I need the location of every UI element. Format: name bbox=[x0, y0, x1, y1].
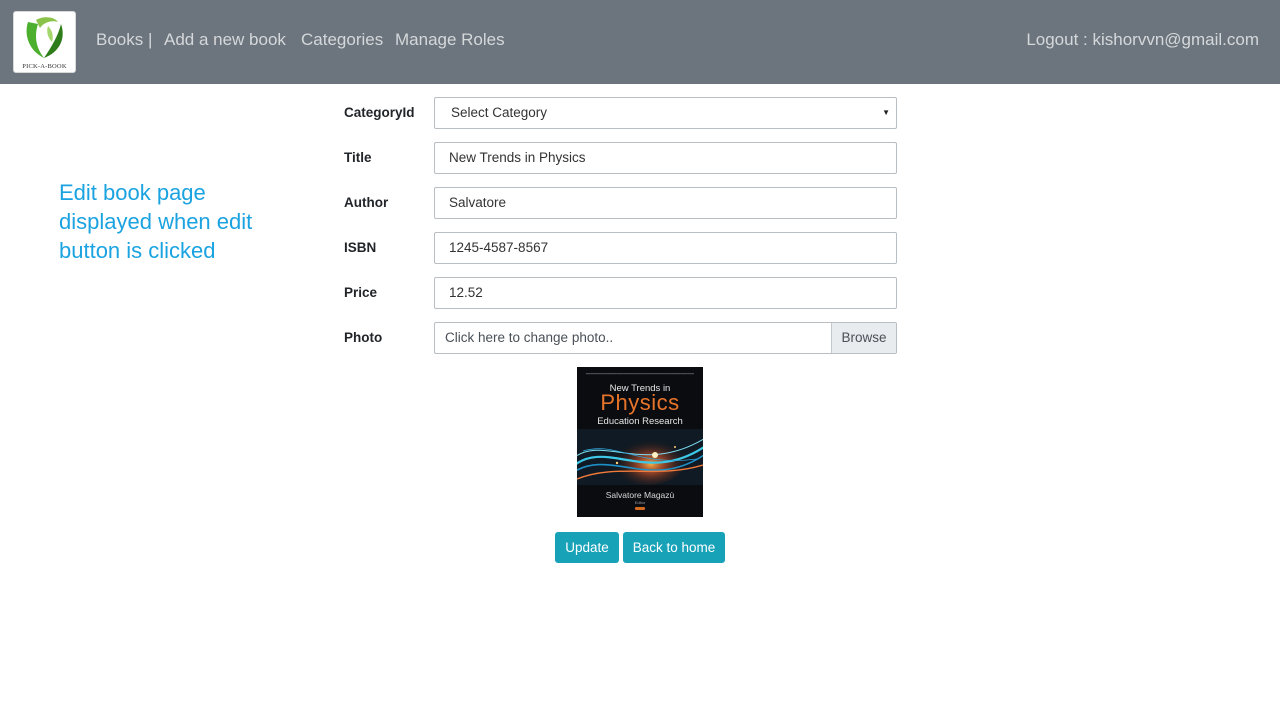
nav-books-link[interactable]: Books | bbox=[96, 28, 152, 52]
title-row: Title New Trends in Physics bbox=[344, 142, 897, 174]
isbn-input[interactable]: 1245-4587-8567 bbox=[434, 232, 897, 264]
back-to-home-button[interactable]: Back to home bbox=[623, 532, 725, 563]
caret-down-icon: ▼ bbox=[882, 108, 890, 117]
top-navbar: PICK-A-BOOK Books | Add a new book Categ… bbox=[0, 0, 1280, 84]
logo-text: PICK-A-BOOK bbox=[22, 63, 67, 70]
cover-series-text: ━━━━━━━━━━━━━━━━━━━━━━━━━━━━━━━━━━━━━━━━… bbox=[585, 372, 695, 376]
cover-editor-name: Salvatore Magazù bbox=[605, 490, 675, 500]
isbn-label: ISBN bbox=[344, 240, 377, 255]
author-label: Author bbox=[344, 195, 389, 210]
browse-button[interactable]: Browse bbox=[831, 323, 896, 353]
photo-placeholder: Click here to change photo.. bbox=[445, 330, 614, 345]
logout-link[interactable]: Logout : kishorvvn@gmail.com bbox=[1026, 28, 1259, 52]
author-row: Author Salvatore bbox=[344, 187, 897, 219]
photo-file-input[interactable]: Click here to change photo.. Browse bbox=[434, 322, 897, 354]
isbn-row: ISBN 1245-4587-8567 bbox=[344, 232, 897, 264]
category-selected-value: Select Category bbox=[451, 105, 548, 120]
price-input[interactable]: 12.52 bbox=[434, 277, 897, 309]
pick-a-book-logo[interactable]: PICK-A-BOOK bbox=[13, 11, 76, 73]
title-label: Title bbox=[344, 150, 372, 165]
nav-add-book-link[interactable]: Add a new book bbox=[164, 28, 286, 52]
price-label: Price bbox=[344, 285, 378, 300]
cover-subtitle: Education Research bbox=[597, 416, 683, 427]
update-button[interactable]: Update bbox=[555, 532, 619, 563]
annotation-caption: Edit book page displayed when edit butto… bbox=[59, 180, 253, 263]
cover-title-physics: Physics bbox=[600, 390, 680, 415]
title-input[interactable]: New Trends in Physics bbox=[434, 142, 897, 174]
price-row: Price 12.52 bbox=[344, 277, 897, 309]
author-input[interactable]: Salvatore bbox=[434, 187, 897, 219]
nav-manage-roles-link[interactable]: Manage Roles bbox=[395, 28, 505, 52]
category-label: CategoryId bbox=[344, 105, 415, 120]
photo-row: Photo Click here to change photo.. Brows… bbox=[344, 322, 897, 354]
book-cover-image: ━━━━━━━━━━━━━━━━━━━━━━━━━━━━━━━━━━━━━━━━… bbox=[577, 367, 703, 517]
nav-categories-link[interactable]: Categories bbox=[301, 28, 383, 52]
category-row: CategoryId Select Category ▼ bbox=[344, 97, 897, 129]
publisher-badge bbox=[635, 507, 645, 510]
cover-editor-role: Editor bbox=[634, 500, 646, 505]
photo-label: Photo bbox=[344, 330, 383, 345]
category-select[interactable]: Select Category ▼ bbox=[434, 97, 897, 129]
